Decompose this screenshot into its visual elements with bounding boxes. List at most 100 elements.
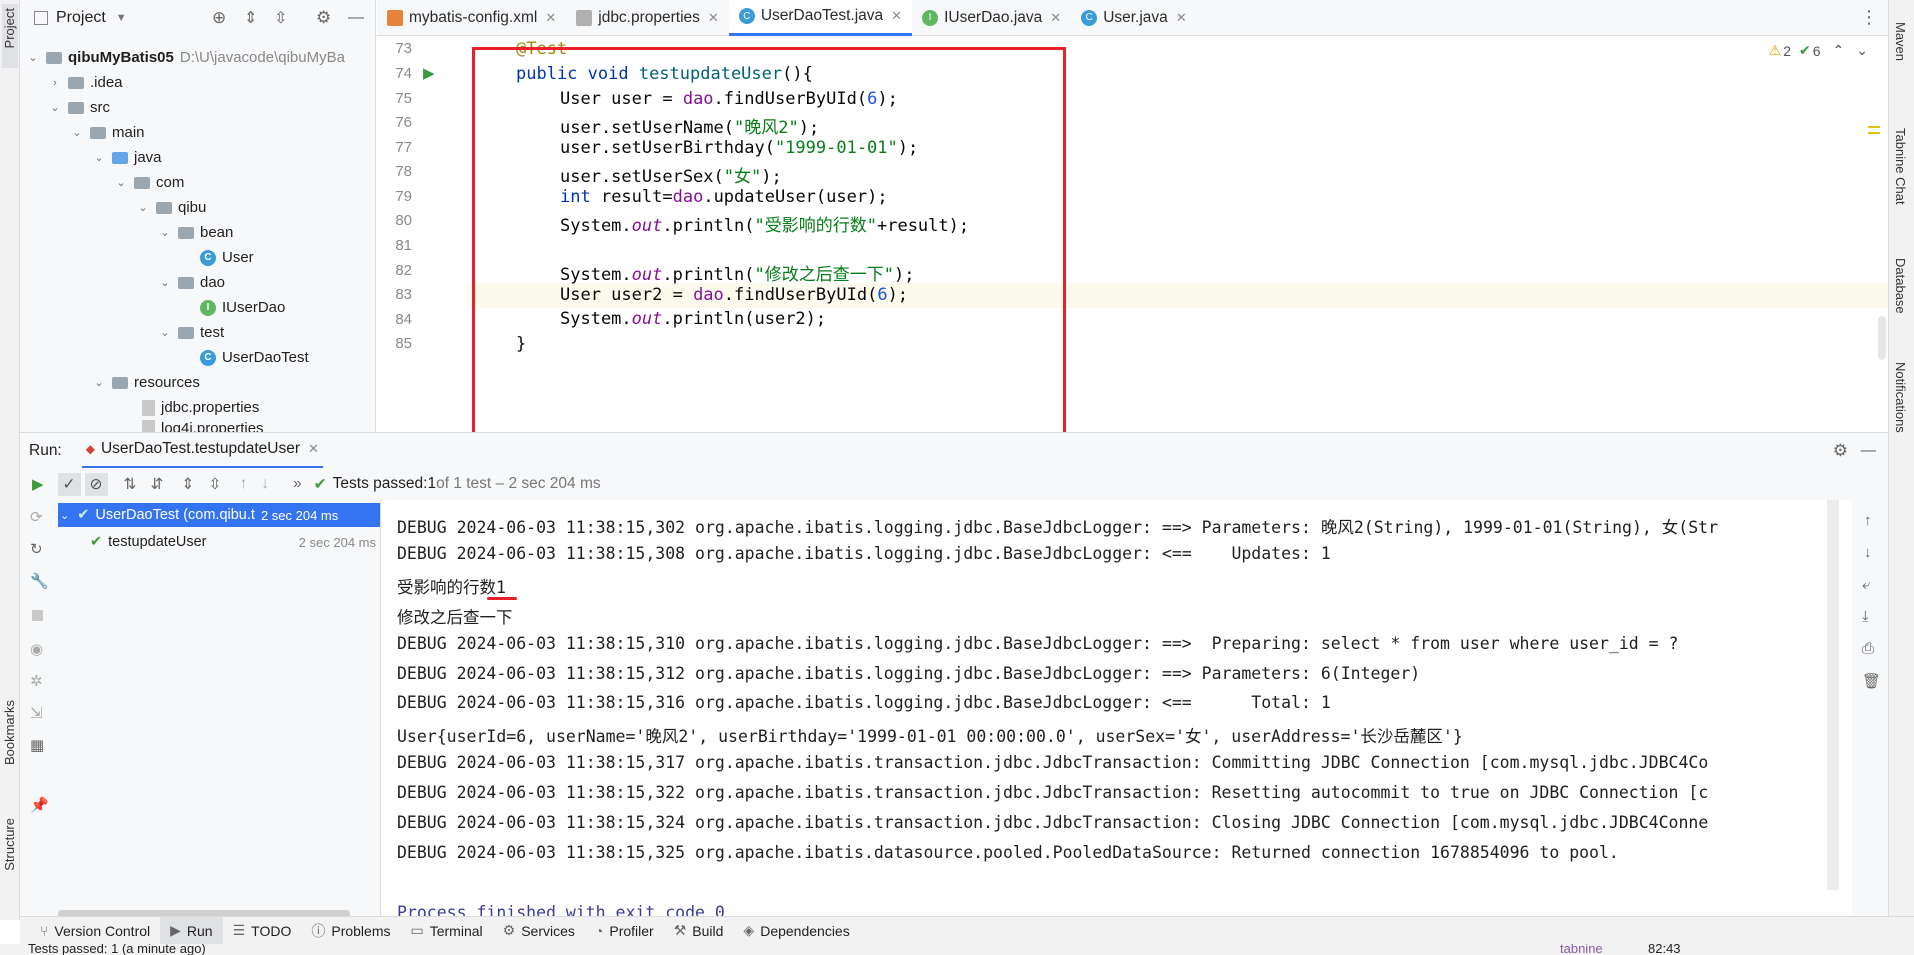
tree-item-dao[interactable]: ⌄ dao (158, 270, 225, 295)
sort-alpha-icon[interactable]: ⇅ (124, 475, 137, 494)
notifications-tool-tab[interactable]: Notifications (1893, 362, 1908, 433)
stop-icon[interactable] (32, 610, 43, 621)
gear-icon[interactable]: ⚙ (316, 8, 331, 28)
close-icon[interactable]: ✕ (1176, 10, 1187, 26)
tree-item-user[interactable]: C User (200, 245, 254, 270)
console-scrollbar[interactable] (1827, 500, 1839, 890)
close-icon[interactable]: ✕ (1050, 10, 1061, 26)
expand-all-icon[interactable]: ⇕ (182, 475, 195, 494)
soft-wrap-icon[interactable]: ⤶ (1862, 576, 1870, 593)
close-icon[interactable]: ✕ (308, 441, 319, 457)
trash-icon[interactable]: 🗑 (1862, 672, 1881, 690)
scroll-to-end-icon[interactable]: ⤓ (1862, 608, 1869, 625)
show-ignored-icon[interactable]: ⊘ (84, 472, 108, 496)
inspection-widget[interactable]: ⚠ 2 ✔ 6 ⌃ ⌄ (1769, 42, 1868, 59)
structure-tool-tab[interactable]: Structure (2, 818, 17, 871)
chevron-down-icon[interactable]: ⌄ (158, 276, 172, 289)
toolwindow-todo[interactable]: ☰ TODO (223, 917, 302, 945)
chevron-down-icon[interactable]: ⌄ (92, 151, 106, 164)
editor-scrollbar[interactable] (1878, 316, 1886, 360)
close-icon[interactable]: ✕ (891, 8, 902, 24)
run-test-gutter-icon[interactable]: ▶ (423, 64, 435, 82)
collapse-all-icon[interactable]: ⇳ (274, 8, 287, 28)
arrow-down-icon[interactable]: ↓ (1864, 544, 1872, 561)
rerun-icon[interactable]: ▶ (32, 475, 44, 493)
tabnine-status[interactable]: tabnine (1560, 944, 1603, 955)
show-passed-icon[interactable]: ✓ (57, 472, 81, 496)
toolwindow-problems[interactable]: ⓘ Problems (301, 917, 400, 945)
more-tabs-icon[interactable]: ⋮ (1860, 7, 1878, 28)
test-case-row[interactable]: ✔ testupdateUser 2 sec 204 ms (90, 530, 378, 554)
chevron-up-icon[interactable]: ⌃ (1833, 42, 1845, 59)
chevron-down-icon[interactable]: ⌄ (136, 201, 150, 214)
chevron-right-icon[interactable]: › (48, 77, 62, 89)
debug-icon[interactable]: ⟳ (30, 508, 43, 526)
tab-userdaotest[interactable]: C UserDaoTest.java ✕ (728, 0, 913, 36)
close-icon[interactable]: ✕ (545, 10, 556, 26)
gear-icon[interactable]: ⚙ (1833, 441, 1848, 461)
tree-item-iuserdao[interactable]: I IUserDao (200, 295, 285, 320)
hide-icon[interactable]: — (348, 9, 364, 27)
tree-item-com[interactable]: ⌄ com (114, 170, 184, 195)
tree-item-idea[interactable]: › .idea (48, 70, 122, 95)
arrow-up-icon[interactable]: ↑ (240, 475, 248, 493)
print-icon[interactable]: ⎙ (1862, 640, 1874, 657)
tab-jdbc-properties[interactable]: jdbc.properties ✕ (566, 0, 729, 36)
sort-duration-icon[interactable]: ⇵ (151, 475, 164, 494)
tree-item-bean[interactable]: ⌄ bean (158, 220, 233, 245)
clear-icon[interactable]: ✲ (30, 672, 43, 690)
tree-item-main[interactable]: ⌄ main (70, 120, 144, 145)
tree-item-userdaotest[interactable]: C UserDaoTest (200, 345, 309, 370)
close-icon[interactable]: ✕ (708, 10, 719, 26)
tab-user[interactable]: C User.java ✕ (1071, 0, 1197, 36)
chevron-down-icon[interactable]: ⌄ (60, 509, 69, 522)
chevron-down-icon[interactable]: ⌄ (1856, 42, 1868, 59)
tree-item-src[interactable]: ⌄ src (48, 95, 110, 120)
chevron-down-icon[interactable]: ⌄ (114, 176, 128, 189)
chevron-down-icon[interactable]: ⌄ (48, 101, 62, 114)
tree-item-test[interactable]: ⌄ test (158, 320, 224, 345)
toolwindow-dependencies[interactable]: ◈ Dependencies (733, 917, 859, 945)
tree-item-root[interactable]: ⌄ qibuMyBatis05 D:\U\javacode\qibuMyBa (26, 45, 345, 70)
camera-icon[interactable]: ◉ (30, 640, 43, 658)
toolwindow-profiler[interactable]: ◔ Profiler (585, 917, 664, 945)
bookmarks-tool-tab[interactable]: Bookmarks (2, 700, 17, 765)
run-config-tab[interactable]: ◆ UserDaoTest.testupdateUser ✕ (81, 433, 323, 469)
restore-layout-icon[interactable]: ↻ (30, 540, 43, 558)
arrow-down-icon[interactable]: ↓ (261, 475, 269, 493)
project-tool-tab[interactable]: Project (2, 4, 18, 68)
chevron-down-icon[interactable]: ⌄ (158, 226, 172, 239)
expand-all-icon[interactable]: ⇕ (244, 8, 257, 28)
hide-icon[interactable]: — (1861, 442, 1877, 460)
toolwindow-run[interactable]: ▶ Run (160, 916, 223, 945)
arrow-up-icon[interactable]: ↑ (1864, 512, 1872, 529)
status-text[interactable]: Tests passed: 1 (a minute ago) (28, 944, 206, 955)
caret-position[interactable]: 82:43 (1648, 944, 1681, 955)
test-suite-row[interactable]: ⌄ ✔ UserDaoTest (com.qibu.t 2 sec 204 ms (58, 503, 380, 527)
database-tool-tab[interactable]: Database (1893, 258, 1908, 314)
layout-icon[interactable]: ▦ (30, 736, 44, 754)
tabnine-chat-tool-tab[interactable]: Tabnine Chat (1893, 128, 1908, 205)
tree-item-java[interactable]: ⌄ java (92, 145, 161, 170)
locate-icon[interactable]: ⊕ (212, 8, 226, 28)
toolwindow-services[interactable]: ⚙ Services (493, 917, 585, 945)
chevron-down-icon[interactable]: ⌄ (26, 51, 40, 64)
toolwindow-version-control[interactable]: ⑂ Version Control (30, 917, 160, 945)
exit-icon[interactable]: ⇲ (30, 704, 43, 722)
collapse-all-icon[interactable]: ⇳ (209, 475, 222, 494)
toolwindow-terminal[interactable]: ▭ Terminal (401, 917, 493, 945)
tree-item-resources[interactable]: ⌄ resources (92, 370, 199, 395)
chevron-down-icon[interactable]: ▼ (116, 12, 127, 24)
chevron-down-icon[interactable]: ⌄ (92, 376, 106, 389)
console-output[interactable]: DEBUG 2024-06-03 11:38:15,302 org.apache… (381, 500, 1839, 920)
tree-item-jdbc-properties[interactable]: jdbc.properties (142, 395, 259, 420)
chevron-down-icon[interactable]: ⌄ (70, 126, 84, 139)
more-icon[interactable]: » (293, 475, 302, 493)
pin-icon[interactable]: 📌 (30, 796, 49, 814)
wrench-icon[interactable]: 🔧 (30, 572, 49, 590)
maven-tool-tab[interactable]: Maven (1893, 22, 1908, 61)
tree-item-qibu[interactable]: ⌄ qibu (136, 195, 206, 220)
tab-mybatis-config[interactable]: mybatis-config.xml ✕ (377, 0, 566, 36)
project-panel-title[interactable]: Project (56, 9, 106, 27)
chevron-down-icon[interactable]: ⌄ (158, 326, 172, 339)
